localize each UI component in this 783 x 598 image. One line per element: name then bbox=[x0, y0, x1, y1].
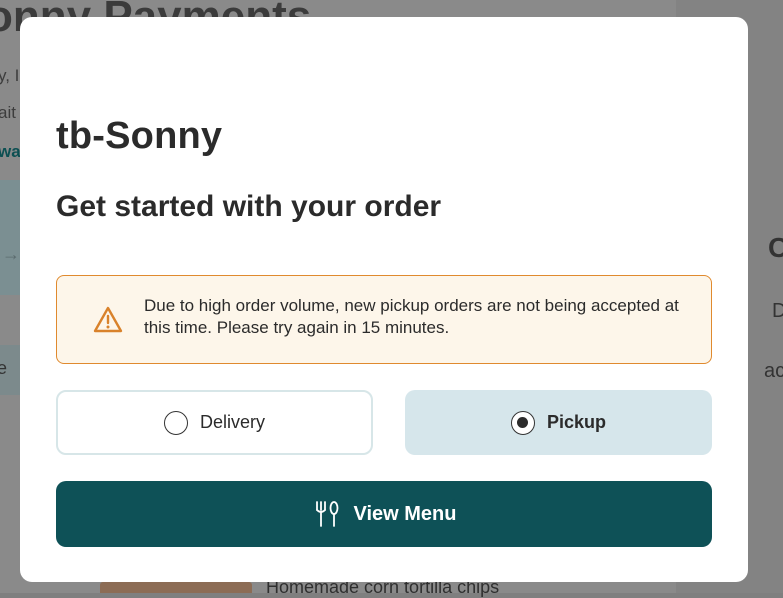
view-menu-button[interactable]: View Menu bbox=[56, 481, 712, 547]
order-start-modal: tb-Sonny Get started with your order Due… bbox=[20, 17, 748, 582]
delivery-option[interactable]: Delivery bbox=[56, 390, 373, 455]
pickup-option[interactable]: Pickup bbox=[405, 390, 712, 455]
background-text-line: y, I bbox=[0, 66, 20, 85]
background-food-image bbox=[100, 582, 252, 593]
restaurant-name: tb-Sonny bbox=[56, 115, 223, 157]
fork-knife-icon bbox=[315, 501, 338, 527]
delivery-radio[interactable] bbox=[163, 410, 188, 435]
background-text-line: ait bbox=[0, 103, 16, 122]
background-image bbox=[0, 180, 20, 295]
background-right-text: ac bbox=[764, 360, 783, 382]
delivery-label: Delivery bbox=[199, 412, 265, 432]
pickup-radio[interactable] bbox=[510, 410, 535, 435]
warning-triangle-icon bbox=[93, 306, 123, 333]
modal-subtitle: Get started with your order bbox=[56, 190, 442, 223]
background-link: wa bbox=[0, 142, 21, 161]
background-right-heading: C bbox=[768, 232, 783, 263]
background-strip-text: se bbox=[0, 358, 8, 378]
pickup-label: Pickup bbox=[546, 412, 607, 432]
arrow-right-icon: → bbox=[2, 244, 20, 264]
view-menu-label: View Menu bbox=[353, 502, 457, 525]
warning-alert: Due to high order volume, new pickup ord… bbox=[56, 275, 712, 364]
alert-message: Due to high order volume, new pickup ord… bbox=[144, 296, 679, 337]
background-right-text: D bbox=[772, 300, 783, 322]
